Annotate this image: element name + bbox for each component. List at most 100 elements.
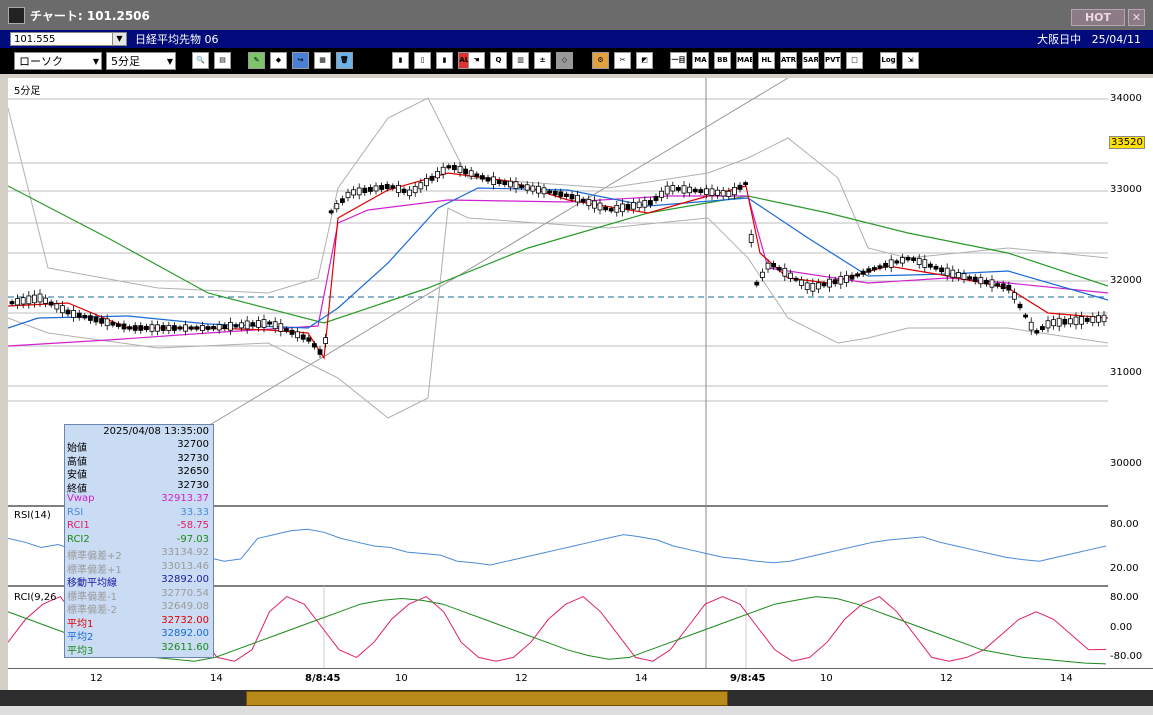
candlestick <box>379 185 385 190</box>
hand-button[interactable]: ☚ <box>468 52 485 69</box>
candlestick <box>748 234 754 243</box>
notes-button[interactable]: ▦ <box>314 52 331 69</box>
settings-button[interactable]: ⚙ <box>592 52 609 69</box>
indicator-bb-button[interactable]: BB <box>714 52 731 69</box>
candlestick <box>1073 316 1079 326</box>
rsi-tick: 20.00 <box>1110 563 1139 574</box>
info-row: 標準偏差+1 33013.46 <box>67 560 211 576</box>
candlestick <box>715 189 720 196</box>
candlestick <box>48 301 54 306</box>
indicator-hl-button[interactable]: HL <box>758 52 775 69</box>
candlestick <box>530 185 536 192</box>
scrollbar-thumb[interactable] <box>246 691 728 706</box>
candlestick <box>93 316 99 323</box>
code-input[interactable]: 101.555 ▼ <box>10 32 127 46</box>
indicator-pvt-button[interactable]: PVT <box>824 52 841 69</box>
export-button[interactable]: ⇲ <box>902 52 919 69</box>
candlestick <box>726 190 732 197</box>
candlestick <box>295 331 301 339</box>
chevron-down-icon[interactable]: ▼ <box>112 33 126 45</box>
candle-b-button[interactable]: ▯ <box>414 52 431 69</box>
candlestick <box>474 173 480 178</box>
palette-button[interactable]: ◩ <box>636 52 653 69</box>
info-value: 33134.92 <box>161 547 209 558</box>
candlestick <box>866 268 872 273</box>
candlestick <box>155 324 161 332</box>
draw-pen-button[interactable]: ✎ <box>248 52 265 69</box>
candlestick <box>239 322 245 329</box>
indicator-box-button[interactable]: □ <box>846 52 863 69</box>
current-price-badge: 33520 <box>1109 136 1145 149</box>
candlestick <box>138 325 144 331</box>
candle-a-button[interactable]: ▮ <box>392 52 409 69</box>
candlestick <box>1040 326 1045 331</box>
rci-panel-label: RCI(9,26 <box>14 592 57 603</box>
candlestick <box>972 276 978 282</box>
indicator-sar-button[interactable]: SAR <box>802 52 819 69</box>
candlestick <box>664 185 670 195</box>
info-value: 32650 <box>177 466 209 477</box>
info-value: 32892.00 <box>161 628 209 639</box>
indicator-ma-button[interactable]: MA <box>692 52 709 69</box>
tick-button[interactable]: ± <box>534 52 551 69</box>
candlestick <box>1096 315 1101 323</box>
candlestick <box>160 325 166 331</box>
rci-tick: 0.00 <box>1110 622 1133 633</box>
candlestick <box>681 185 687 194</box>
time-tick: 14 <box>1060 673 1073 684</box>
candle-c-button[interactable]: ▮ <box>436 52 453 69</box>
candlestick <box>127 326 132 330</box>
indicator-atr-button[interactable]: ATR <box>780 52 797 69</box>
zoom-button[interactable]: 🔍 <box>192 52 209 69</box>
chart-type-select[interactable]: ローソク ▼ <box>14 52 102 70</box>
candlestick <box>944 267 950 277</box>
close-button[interactable]: ✕ <box>1128 9 1145 26</box>
candlestick <box>1056 317 1062 327</box>
candlestick <box>956 272 961 279</box>
candlestick <box>149 324 155 332</box>
info-panel: 2025/04/08 13:35:00 始値 32700 高値 32730 安値 3265… <box>64 424 214 658</box>
candlestick <box>76 312 82 318</box>
hot-button[interactable]: HOT <box>1071 9 1125 26</box>
candlestick <box>1034 330 1040 334</box>
info-value: 33013.46 <box>161 560 209 572</box>
title-bar[interactable]: チャート: 101.2506 HOT ✕ <box>0 0 1153 31</box>
candlestick <box>821 282 827 287</box>
trash-button[interactable]: 🗑 <box>336 52 353 69</box>
magnify-button[interactable]: Q <box>490 52 507 69</box>
candlestick <box>116 323 121 327</box>
tools-button[interactable]: ✂ <box>614 52 631 69</box>
time-tick: 9/8:45 <box>730 673 766 684</box>
log-button[interactable]: Log <box>880 52 897 69</box>
candlestick <box>199 324 205 332</box>
indicator-mae-button[interactable]: MAE <box>736 52 753 69</box>
info-row: 始値 32700 <box>67 439 211 454</box>
candlestick <box>166 325 172 331</box>
redo-button[interactable]: ↪ <box>292 52 309 69</box>
candlestick <box>810 283 816 292</box>
candlestick <box>625 204 631 210</box>
time-scrollbar[interactable] <box>0 690 1153 706</box>
candlestick <box>99 318 104 324</box>
candlestick <box>289 329 295 335</box>
info-value: 32730 <box>177 452 209 464</box>
candlestick <box>1090 316 1096 323</box>
indicator-ichimoku-button[interactable]: 一目 <box>670 52 687 69</box>
interval-select[interactable]: 5分足 ▼ <box>106 52 176 70</box>
candlestick <box>608 208 614 212</box>
candlestick <box>743 182 748 186</box>
candlestick <box>580 198 586 203</box>
candlestick <box>306 337 312 342</box>
rci-tick: 80.00 <box>1110 592 1139 603</box>
candlestick <box>687 186 692 194</box>
candlestick <box>496 179 502 185</box>
candlestick <box>989 279 995 288</box>
price-tick: 31000 <box>1110 367 1142 378</box>
session-label: 大阪日中 <box>1037 33 1082 46</box>
ma-color-button[interactable]: ▥ <box>512 52 529 69</box>
candlestick <box>362 187 368 194</box>
eraser-button[interactable]: ◆ <box>270 52 287 69</box>
layout-button[interactable]: ▤ <box>214 52 231 69</box>
info-datetime: 2025/04/08 13:35:00 <box>103 426 209 437</box>
disabled-button[interactable]: ◇ <box>556 52 573 69</box>
